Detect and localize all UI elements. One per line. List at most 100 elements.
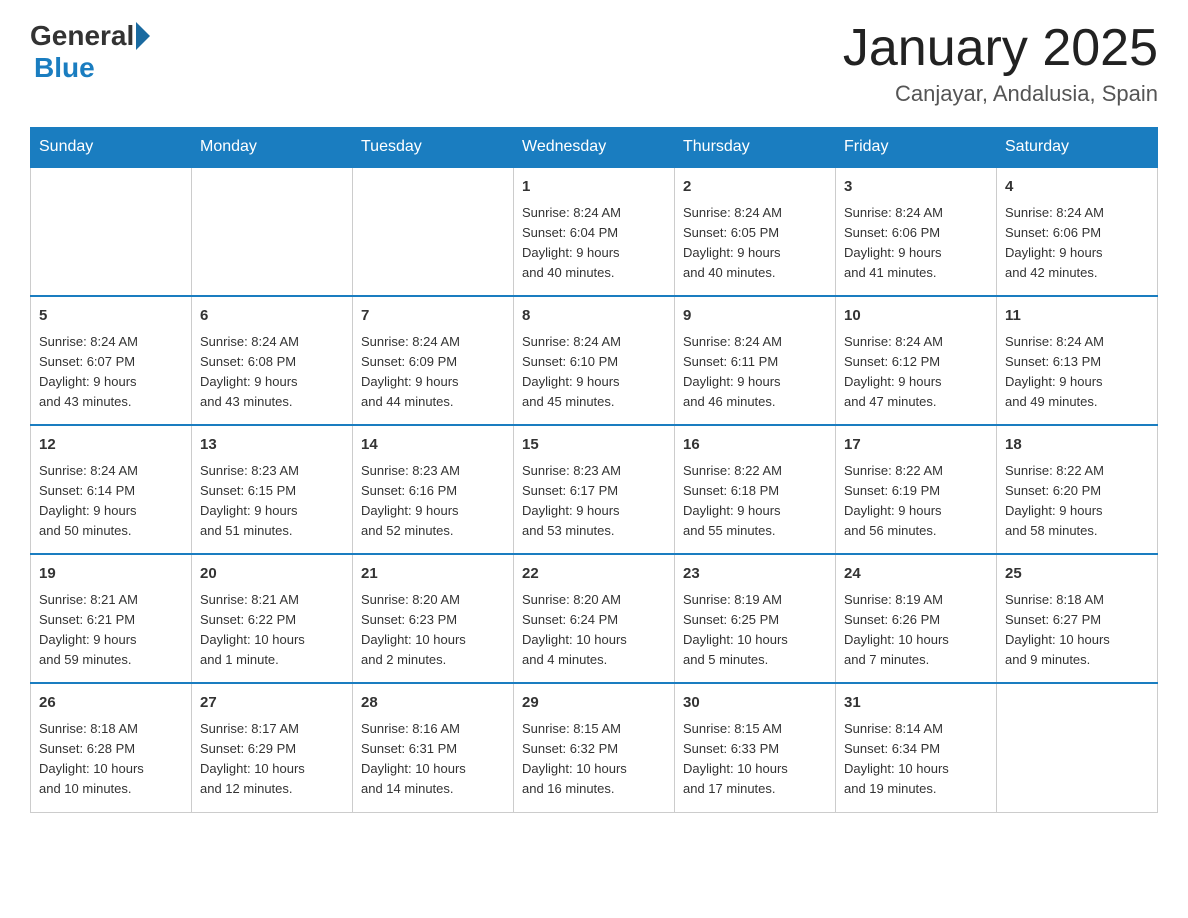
day-number: 12 <box>39 434 183 457</box>
day-info: Sunrise: 8:20 AM Sunset: 6:23 PM Dayligh… <box>361 590 505 671</box>
day-number: 23 <box>683 563 827 586</box>
day-cell <box>353 167 514 296</box>
day-info: Sunrise: 8:24 AM Sunset: 6:13 PM Dayligh… <box>1005 332 1149 413</box>
day-cell: 9Sunrise: 8:24 AM Sunset: 6:11 PM Daylig… <box>675 296 836 425</box>
logo: General Blue <box>30 20 152 84</box>
day-info: Sunrise: 8:21 AM Sunset: 6:21 PM Dayligh… <box>39 590 183 671</box>
day-number: 1 <box>522 176 666 199</box>
week-row-1: 1 Sunrise: 8:24 AM Sunset: 6:04 PM Daylig… <box>31 167 1158 296</box>
day-number: 20 <box>200 563 344 586</box>
day-number: 10 <box>844 305 988 328</box>
logo-arrow-icon <box>136 22 150 50</box>
day-number: 24 <box>844 563 988 586</box>
day-cell: 8Sunrise: 8:24 AM Sunset: 6:10 PM Daylig… <box>514 296 675 425</box>
column-header-monday: Monday <box>192 128 353 168</box>
day-info: Sunrise: 8:24 AM Sunset: 6:05 PM Dayligh… <box>683 203 827 284</box>
day-info: Sunrise: 8:24 AM Sunset: 6:09 PM Dayligh… <box>361 332 505 413</box>
column-header-thursday: Thursday <box>675 128 836 168</box>
day-info: Sunrise: 8:24 AM Sunset: 6:11 PM Dayligh… <box>683 332 827 413</box>
day-cell: 12 Sunrise: 8:24 AM Sunset: 6:14 PM Dayli… <box>31 425 192 554</box>
calendar-title: January 2025 <box>843 20 1158 77</box>
day-info: Sunrise: 8:23 AM Sunset: 6:16 PM Dayligh… <box>361 461 505 542</box>
day-info: Sunrise: 8:21 AM Sunset: 6:22 PM Dayligh… <box>200 590 344 671</box>
day-cell <box>997 683 1158 812</box>
day-cell: 3Sunrise: 8:24 AM Sunset: 6:06 PM Daylig… <box>836 167 997 296</box>
day-number: 8 <box>522 305 666 328</box>
day-cell: 6Sunrise: 8:24 AM Sunset: 6:08 PM Daylig… <box>192 296 353 425</box>
day-info: Sunrise: 8:24 AM Sunset: 6:04 PM Dayligh… <box>522 203 666 284</box>
day-info: Sunrise: 8:17 AM Sunset: 6:29 PM Dayligh… <box>200 719 344 800</box>
day-info: Sunrise: 8:14 AM Sunset: 6:34 PM Dayligh… <box>844 719 988 800</box>
title-block: January 2025 Canjayar, Andalusia, Spain <box>843 20 1158 107</box>
header-row: SundayMondayTuesdayWednesdayThursdayFrid… <box>31 128 1158 168</box>
day-number: 19 <box>39 563 183 586</box>
day-cell: 28Sunrise: 8:16 AM Sunset: 6:31 PM Dayli… <box>353 683 514 812</box>
day-number: 18 <box>1005 434 1149 457</box>
day-info: Sunrise: 8:22 AM Sunset: 6:20 PM Dayligh… <box>1005 461 1149 542</box>
day-cell: 22Sunrise: 8:20 AM Sunset: 6:24 PM Dayli… <box>514 554 675 683</box>
day-info: Sunrise: 8:18 AM Sunset: 6:28 PM Dayligh… <box>39 719 183 800</box>
day-number: 26 <box>39 692 183 715</box>
column-header-saturday: Saturday <box>997 128 1158 168</box>
day-cell: 13Sunrise: 8:23 AM Sunset: 6:15 PM Dayli… <box>192 425 353 554</box>
day-cell: 30 Sunrise: 8:15 AM Sunset: 6:33 PM Dayli… <box>675 683 836 812</box>
day-number: 11 <box>1005 305 1149 328</box>
day-number: 14 <box>361 434 505 457</box>
day-info: Sunrise: 8:16 AM Sunset: 6:31 PM Dayligh… <box>361 719 505 800</box>
day-cell <box>192 167 353 296</box>
day-cell: 24 Sunrise: 8:19 AM Sunset: 6:26 PM Dayli… <box>836 554 997 683</box>
day-cell: 31Sunrise: 8:14 AM Sunset: 6:34 PM Dayli… <box>836 683 997 812</box>
week-row-2: 5 Sunrise: 8:24 AM Sunset: 6:07 PM Daylig… <box>31 296 1158 425</box>
day-cell: 5 Sunrise: 8:24 AM Sunset: 6:07 PM Daylig… <box>31 296 192 425</box>
day-number: 29 <box>522 692 666 715</box>
day-number: 25 <box>1005 563 1149 586</box>
day-cell: 25 Sunrise: 8:18 AM Sunset: 6:27 PM Dayli… <box>997 554 1158 683</box>
day-cell: 20 Sunrise: 8:21 AM Sunset: 6:22 PM Dayli… <box>192 554 353 683</box>
day-number: 6 <box>200 305 344 328</box>
day-cell: 15Sunrise: 8:23 AM Sunset: 6:17 PM Dayli… <box>514 425 675 554</box>
day-cell: 16 Sunrise: 8:22 AM Sunset: 6:18 PM Dayli… <box>675 425 836 554</box>
day-info: Sunrise: 8:24 AM Sunset: 6:12 PM Dayligh… <box>844 332 988 413</box>
column-header-sunday: Sunday <box>31 128 192 168</box>
day-number: 15 <box>522 434 666 457</box>
day-info: Sunrise: 8:23 AM Sunset: 6:15 PM Dayligh… <box>200 461 344 542</box>
day-cell: 27 Sunrise: 8:17 AM Sunset: 6:29 PM Dayli… <box>192 683 353 812</box>
week-row-5: 26 Sunrise: 8:18 AM Sunset: 6:28 PM Dayli… <box>31 683 1158 812</box>
day-info: Sunrise: 8:15 AM Sunset: 6:32 PM Dayligh… <box>522 719 666 800</box>
day-number: 17 <box>844 434 988 457</box>
week-row-4: 19 Sunrise: 8:21 AM Sunset: 6:21 PM Dayli… <box>31 554 1158 683</box>
day-info: Sunrise: 8:24 AM Sunset: 6:14 PM Dayligh… <box>39 461 183 542</box>
day-cell <box>31 167 192 296</box>
logo-general-text: General <box>30 20 134 52</box>
day-number: 21 <box>361 563 505 586</box>
column-header-friday: Friday <box>836 128 997 168</box>
day-info: Sunrise: 8:19 AM Sunset: 6:26 PM Dayligh… <box>844 590 988 671</box>
day-number: 27 <box>200 692 344 715</box>
day-number: 16 <box>683 434 827 457</box>
day-number: 5 <box>39 305 183 328</box>
column-header-wednesday: Wednesday <box>514 128 675 168</box>
calendar-table: SundayMondayTuesdayWednesdayThursdayFrid… <box>30 127 1158 812</box>
day-number: 3 <box>844 176 988 199</box>
day-cell: 2 Sunrise: 8:24 AM Sunset: 6:05 PM Daylig… <box>675 167 836 296</box>
day-info: Sunrise: 8:24 AM Sunset: 6:07 PM Dayligh… <box>39 332 183 413</box>
week-row-3: 12 Sunrise: 8:24 AM Sunset: 6:14 PM Dayli… <box>31 425 1158 554</box>
day-cell: 1 Sunrise: 8:24 AM Sunset: 6:04 PM Daylig… <box>514 167 675 296</box>
day-number: 4 <box>1005 176 1149 199</box>
day-cell: 29 Sunrise: 8:15 AM Sunset: 6:32 PM Dayli… <box>514 683 675 812</box>
page-header: General Blue January 2025 Canjayar, Anda… <box>30 20 1158 107</box>
day-cell: 10 Sunrise: 8:24 AM Sunset: 6:12 PM Dayli… <box>836 296 997 425</box>
day-info: Sunrise: 8:22 AM Sunset: 6:18 PM Dayligh… <box>683 461 827 542</box>
day-info: Sunrise: 8:20 AM Sunset: 6:24 PM Dayligh… <box>522 590 666 671</box>
logo-blue-text: Blue <box>34 52 95 83</box>
day-info: Sunrise: 8:18 AM Sunset: 6:27 PM Dayligh… <box>1005 590 1149 671</box>
day-info: Sunrise: 8:15 AM Sunset: 6:33 PM Dayligh… <box>683 719 827 800</box>
calendar-subtitle: Canjayar, Andalusia, Spain <box>843 81 1158 107</box>
day-number: 2 <box>683 176 827 199</box>
day-cell: 18 Sunrise: 8:22 AM Sunset: 6:20 PM Dayli… <box>997 425 1158 554</box>
day-info: Sunrise: 8:22 AM Sunset: 6:19 PM Dayligh… <box>844 461 988 542</box>
day-info: Sunrise: 8:24 AM Sunset: 6:06 PM Dayligh… <box>1005 203 1149 284</box>
day-cell: 4 Sunrise: 8:24 AM Sunset: 6:06 PM Daylig… <box>997 167 1158 296</box>
day-number: 30 <box>683 692 827 715</box>
column-header-tuesday: Tuesday <box>353 128 514 168</box>
